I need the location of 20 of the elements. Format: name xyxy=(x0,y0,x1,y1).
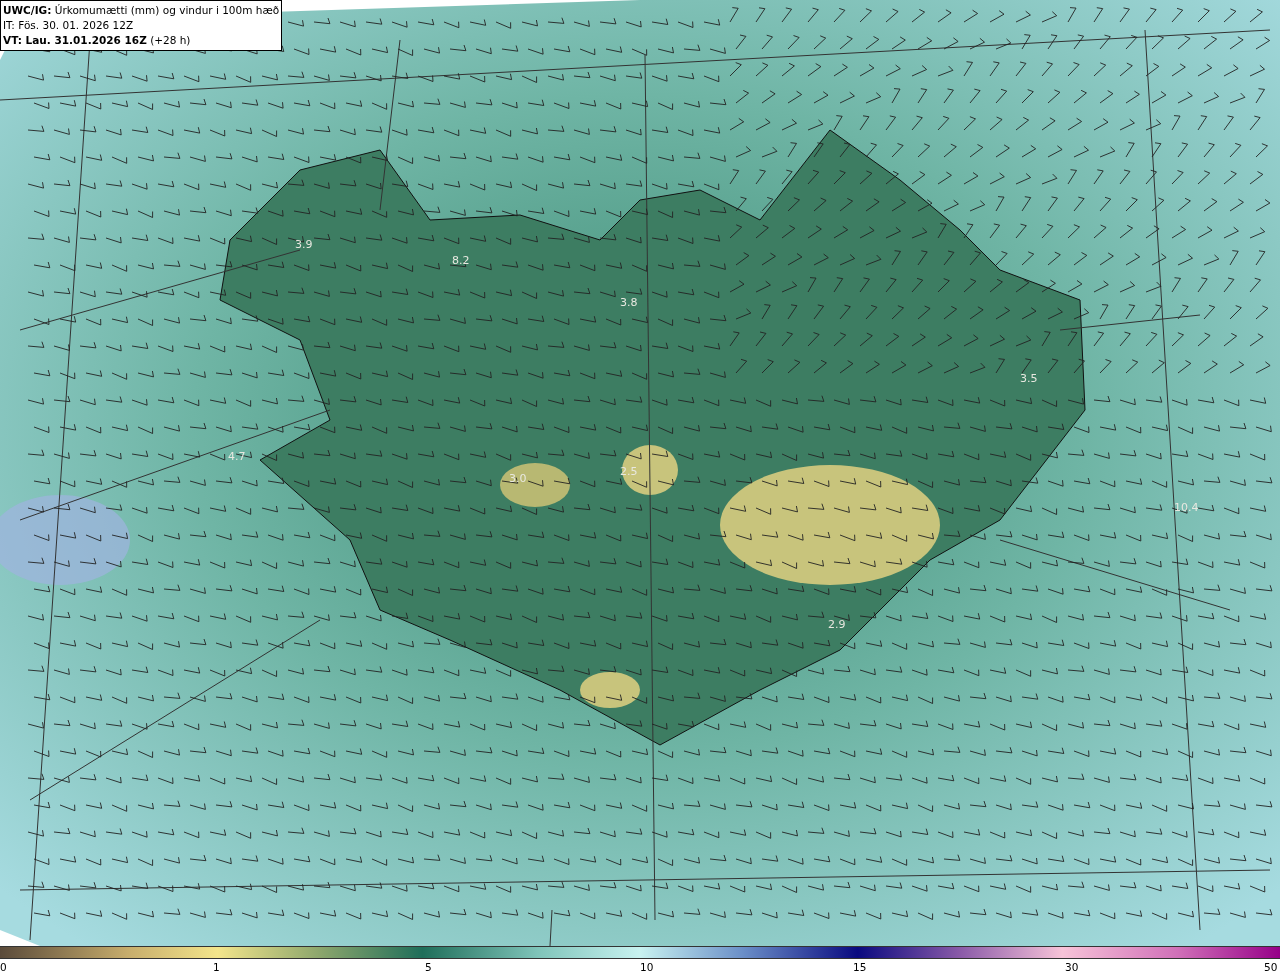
colorbar-tick-label: 10 xyxy=(640,960,654,975)
colorbar-tick-label: 0 xyxy=(0,960,7,975)
map-value-label: 2.9 xyxy=(828,617,846,633)
init-time: IT: Fös. 30. 01. 2026 12Z xyxy=(3,18,135,33)
map-value-label: 3.8 xyxy=(620,295,638,311)
map-title: Úrkomumætti (mm) og vindur i 100m hæð xyxy=(54,4,280,16)
model-label: UWC/IG: xyxy=(3,4,52,16)
map-value-label: 10.4 xyxy=(1174,500,1199,516)
map-value-label: 3.9 xyxy=(295,237,313,253)
colorbar-tick-label: 30 xyxy=(1065,960,1079,975)
map-value-label: 3.0 xyxy=(509,471,527,487)
map-value-label: 4.7 xyxy=(228,449,246,465)
map-value-label: 3.5 xyxy=(1020,371,1038,387)
lead-time: (+28 h) xyxy=(150,34,191,46)
colorbar-tick-label: 15 xyxy=(853,960,867,975)
valid-time: VT: Lau. 31.01.2026 16Z xyxy=(3,34,147,46)
colorbar-tick-label: 1 xyxy=(213,960,220,975)
colorbar-tick-label: 5 xyxy=(425,960,432,975)
colorbar-tick-label: 50 xyxy=(1264,960,1278,975)
map-value-label: 8.2 xyxy=(452,253,470,269)
